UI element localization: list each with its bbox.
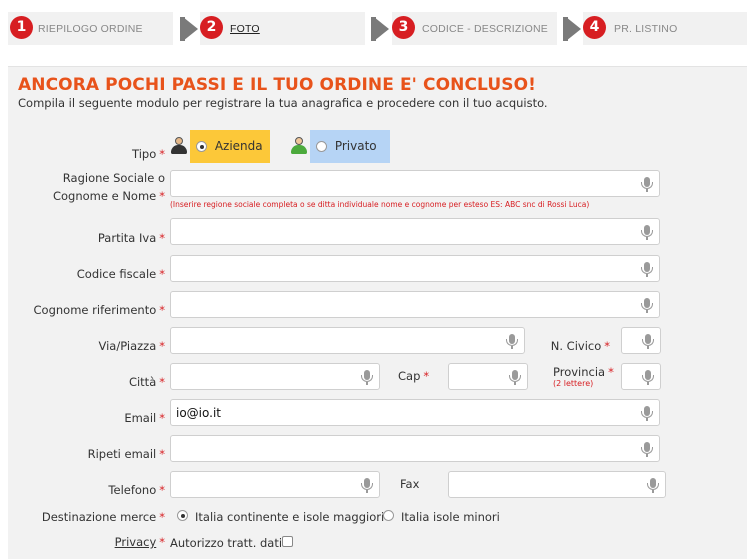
microphone-icon[interactable] [641,298,653,313]
destinazione-continente-radio[interactable] [177,510,188,521]
step-arrow-2-head [374,17,389,41]
citta-field[interactable] [170,363,380,390]
cognome-riferimento-field[interactable] [170,291,660,318]
telefono-field[interactable] [170,471,380,498]
ragione-sociale-input[interactable] [171,171,659,196]
step-3-badge: 3 [392,16,415,39]
fax-field[interactable] [448,471,666,498]
order-steps-bar: 1 RIEPILOGO ORDINE 2 FOTO 3 CODICE - DES… [0,0,747,60]
provincia-input[interactable] [622,364,660,389]
civico-input[interactable] [622,328,660,353]
step-1-label[interactable]: RIEPILOGO ORDINE [38,23,143,35]
ragione-sociale-field[interactable] [170,170,660,197]
microphone-icon[interactable] [641,262,653,277]
email-field[interactable] [170,399,660,426]
step-arrow-3-head [566,17,581,41]
email-input[interactable] [171,400,659,425]
microphone-icon[interactable] [361,478,373,493]
citta-input[interactable] [171,364,379,389]
telefono-input[interactable] [171,472,379,497]
tipo-privato-label: Privato [334,139,377,153]
step-4-label[interactable]: PR. LISTINO [614,23,677,35]
email-label: Email * [124,411,165,425]
form-subtitle: Compila il seguente modulo per registrar… [18,96,548,110]
codice-fiscale-input[interactable] [171,256,659,281]
partita-iva-field[interactable] [170,218,660,245]
microphone-icon[interactable] [641,225,653,240]
cognome-riferimento-input[interactable] [171,292,659,317]
via-label: Via/Piazza * [98,339,165,353]
tipo-azienda-option[interactable]: Azienda [190,130,270,163]
via-field[interactable] [170,327,525,354]
tipo-privato-option[interactable]: Privato [310,130,390,163]
tipo-azienda-radio[interactable] [196,141,207,152]
ripeti-email-label: Ripeti email * [87,447,165,461]
fax-input[interactable] [449,472,665,497]
step-3-label[interactable]: CODICE - DESCRIZIONE [422,23,548,35]
microphone-icon[interactable] [642,370,654,385]
step-2-label[interactable]: FOTO [230,23,260,35]
microphone-icon[interactable] [641,177,653,192]
tipo-azienda-label: Azienda [214,139,263,153]
cognome-riferimento-label: Cognome riferimento * [33,303,165,317]
microphone-icon[interactable] [361,370,373,385]
cap-field[interactable] [448,363,528,390]
via-input[interactable] [171,328,524,353]
step-arrow-1-head [183,17,198,41]
private-person-icon [290,137,308,155]
provincia-label: Provincia * (2 lettere) [553,366,618,389]
destinazione-isole-minori-label[interactable]: Italia isole minori [401,510,500,524]
partita-iva-input[interactable] [171,219,659,244]
fax-label: Fax [400,477,420,491]
ragione-sociale-hint: (Inserire regione sociale completa o se … [170,200,590,209]
civico-label: N. Civico * [550,339,610,353]
microphone-icon[interactable] [642,334,654,349]
telefono-label: Telefono * [108,483,165,497]
cap-label: Cap * [398,369,430,383]
microphone-icon[interactable] [641,406,653,421]
partita-iva-label: Partita Iva * [97,231,165,245]
microphone-icon[interactable] [509,370,521,385]
microphone-icon[interactable] [641,442,653,457]
codice-fiscale-label: Codice fiscale * [76,267,165,281]
privacy-label: Privacy * [114,535,165,549]
destinazione-continente-label[interactable]: Italia continente e isole maggiori [195,510,384,524]
tipo-label: Tipo * [132,147,165,161]
privacy-link[interactable]: Privacy [115,535,157,549]
microphone-icon[interactable] [647,478,659,493]
ripeti-email-field[interactable] [170,435,660,462]
ragione-sociale-label: Ragione Sociale o Cognome e Nome * [52,171,165,203]
destinazione-isole-minori-radio[interactable] [383,510,394,521]
citta-label: Città * [128,375,165,389]
codice-fiscale-field[interactable] [170,255,660,282]
provincia-note: (2 lettere) [553,379,594,388]
step-1-badge: 1 [10,16,33,39]
provincia-field[interactable] [621,363,661,390]
ripeti-email-input[interactable] [171,436,659,461]
step-4-badge: 4 [583,16,606,39]
step-2-box[interactable] [200,12,365,45]
privacy-checkbox-label: Autorizzo tratt. dati [170,536,283,550]
step-2-badge: 2 [200,16,223,39]
business-person-icon [170,137,188,155]
privacy-checkbox[interactable] [282,536,293,547]
civico-field[interactable] [621,327,661,354]
destinazione-label: Destinazione merce * [41,510,165,524]
microphone-icon[interactable] [506,334,518,349]
tipo-privato-radio[interactable] [316,141,327,152]
form-title: ANCORA POCHI PASSI E IL TUO ORDINE E' CO… [18,75,537,95]
